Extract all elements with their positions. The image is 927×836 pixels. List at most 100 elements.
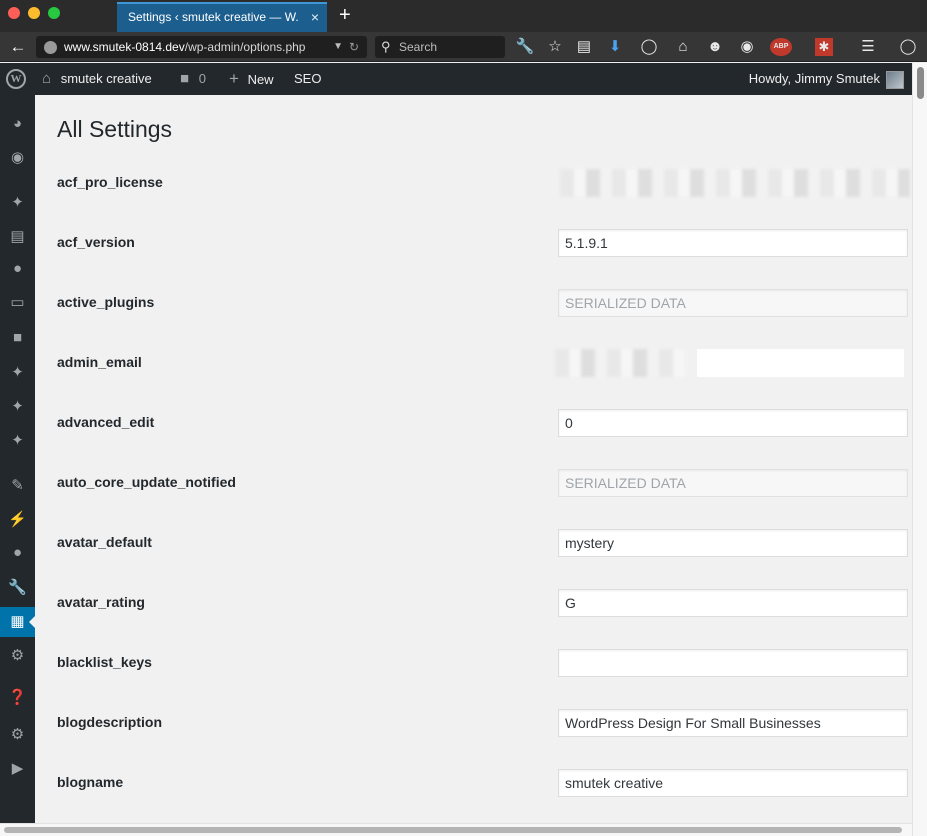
home-icon[interactable]: ⌂ xyxy=(673,37,693,57)
search-placeholder: Search xyxy=(399,40,438,54)
media-icon[interactable]: ▤ xyxy=(0,222,35,252)
site-name-link[interactable]: ⌂ smutek creative xyxy=(42,63,152,95)
new-label: New xyxy=(247,72,274,87)
setting-label: blogdescription xyxy=(57,714,162,730)
admin-sidebar: ◕ ◉ ✦ ▤ ● ▭ ■ ✦ ✦ ✦ ✎ ⚡ ● 🔧 ▦ ⚙ ❓ ⚙ ▶ xyxy=(0,95,35,823)
search-input[interactable]: ⚲ Search xyxy=(375,36,505,58)
setting-label: auto_core_update_notified xyxy=(57,474,236,490)
blurred-license-field[interactable] xyxy=(560,169,910,197)
browser-tab-settings[interactable]: Settings ‹ smutek creative — W... × xyxy=(117,2,327,32)
main-content: All Settings acf_pro_license acf_version… xyxy=(35,95,912,823)
plugin-icon[interactable]: ● xyxy=(0,254,35,284)
reload-icon[interactable]: ↻ xyxy=(349,36,359,58)
horizontal-scroll-thumb[interactable] xyxy=(4,827,902,833)
posts-icon[interactable]: ✦ xyxy=(0,188,35,218)
url-bar[interactable]: www.smutek-0814.dev/wp-admin/options.php… xyxy=(36,36,367,58)
minimize-window-button[interactable] xyxy=(28,7,40,19)
chat-icon[interactable]: ☻ xyxy=(705,37,725,57)
users-icon[interactable]: ● xyxy=(0,538,35,568)
tools-icon[interactable]: ✎ xyxy=(0,471,35,501)
setting-label: acf_version xyxy=(57,234,135,250)
setting-row: auto_core_update_notified SERIALIZED DAT… xyxy=(35,455,912,515)
zoom-window-button[interactable] xyxy=(48,7,60,19)
extension-icon[interactable]: ◯ xyxy=(898,37,918,57)
site-name: smutek creative xyxy=(60,71,152,86)
seo-link[interactable]: SEO xyxy=(294,63,321,95)
horizontal-scrollbar[interactable] xyxy=(0,823,912,836)
back-button[interactable]: ← xyxy=(6,36,30,58)
globe-icon xyxy=(44,41,57,54)
feedback-icon[interactable]: ❓ xyxy=(0,683,35,713)
blurred-email-field[interactable] xyxy=(555,349,685,377)
pin-icon[interactable]: ✦ xyxy=(0,358,35,388)
setting-row: blogname smutek creative xyxy=(35,755,912,815)
sync-icon[interactable]: ◯ xyxy=(639,37,659,57)
wrench-icon[interactable]: 🔧 xyxy=(515,37,535,57)
vertical-scrollbar[interactable] xyxy=(912,63,927,836)
setting-row: admin_email xyxy=(35,335,912,395)
reading-list-icon[interactable]: ▤ xyxy=(574,37,594,57)
gear-icon[interactable]: ⚙ xyxy=(0,720,35,750)
search-icon: ⚲ xyxy=(381,39,391,54)
setting-input[interactable] xyxy=(558,649,908,677)
setting-input[interactable]: 0 xyxy=(558,409,908,437)
plus-icon: + xyxy=(229,69,239,88)
setting-label: avatar_rating xyxy=(57,594,145,610)
gear-icon[interactable]: ⚙ xyxy=(0,641,35,671)
url-host: www.smutek-0814.dev xyxy=(64,40,185,54)
comment-icon: ■ xyxy=(180,70,190,87)
setting-label: admin_email xyxy=(57,354,142,370)
wp-admin-bar: W ⌂ smutek creative ■ 0 + New SEO Howdy,… xyxy=(0,63,912,95)
setting-row: advanced_edit 0 xyxy=(35,395,912,455)
setting-row: avatar_default mystery xyxy=(35,515,912,575)
setting-input[interactable]: 5.1.9.1 xyxy=(558,229,908,257)
comments-icon[interactable]: ■ xyxy=(0,323,35,353)
download-icon[interactable]: ⬇ xyxy=(605,37,625,57)
play-icon[interactable]: ▶ xyxy=(0,754,35,784)
home-icon: ⌂ xyxy=(42,70,52,87)
vertical-scroll-thumb[interactable] xyxy=(917,67,924,99)
setting-label: active_plugins xyxy=(57,294,155,310)
setting-input[interactable]: WordPress Design For Small Businesses xyxy=(558,709,908,737)
setting-label: blogname xyxy=(57,774,124,790)
star-icon[interactable]: ☆ xyxy=(545,37,565,57)
setting-row: acf_version 5.1.9.1 xyxy=(35,215,912,275)
wordpress-logo-icon[interactable]: W xyxy=(6,69,26,89)
howdy-user[interactable]: Howdy, Jimmy Smutek xyxy=(749,63,880,95)
setting-label: acf_pro_license xyxy=(57,174,163,190)
setting-input[interactable]: mystery xyxy=(558,529,908,557)
setting-row: acf_pro_license xyxy=(35,155,912,215)
settings-current-icon[interactable]: ▦ xyxy=(0,607,35,637)
setting-input[interactable]: smutek creative xyxy=(558,769,908,797)
setting-row: active_plugins SERIALIZED DATA xyxy=(35,275,912,335)
comments-link[interactable]: ■ 0 xyxy=(180,63,206,95)
url-dropdown-icon[interactable]: ▼ xyxy=(333,36,343,58)
jetpack-icon[interactable]: ◉ xyxy=(0,143,35,173)
setting-label: blacklist_keys xyxy=(57,654,152,670)
url-path: /wp-admin/options.php xyxy=(184,40,306,54)
plugins-icon[interactable]: ⚡ xyxy=(0,505,35,535)
menu-icon[interactable]: ☰ xyxy=(858,37,878,57)
setting-input[interactable]: G xyxy=(558,589,908,617)
close-window-button[interactable] xyxy=(8,7,20,19)
setting-input[interactable] xyxy=(697,349,904,377)
pages-icon[interactable]: ▭ xyxy=(0,288,35,318)
tab-title: Settings ‹ smutek creative — W... xyxy=(128,10,298,24)
pin-icon[interactable]: ✦ xyxy=(0,426,35,456)
wrench-icon[interactable]: 🔧 xyxy=(0,573,35,603)
setting-label: advanced_edit xyxy=(57,414,155,430)
lastpass-icon[interactable]: ✱ xyxy=(815,38,833,56)
browser-titlebar: Settings ‹ smutek creative — W... × + xyxy=(0,0,927,32)
setting-label: avatar_default xyxy=(57,534,152,550)
page-title: All Settings xyxy=(57,116,173,142)
palette-icon[interactable]: ◉ xyxy=(737,37,757,57)
adblock-icon[interactable]: ABP xyxy=(770,38,792,56)
new-content-link[interactable]: + New xyxy=(229,63,274,95)
setting-input-disabled: SERIALIZED DATA xyxy=(558,469,908,497)
pin-icon[interactable]: ✦ xyxy=(0,392,35,422)
avatar[interactable] xyxy=(886,71,904,89)
setting-row: blacklist_keys xyxy=(35,635,912,695)
new-tab-button[interactable]: + xyxy=(339,4,351,26)
close-tab-icon[interactable]: × xyxy=(311,4,319,30)
dashboard-icon[interactable]: ◕ xyxy=(0,109,35,139)
